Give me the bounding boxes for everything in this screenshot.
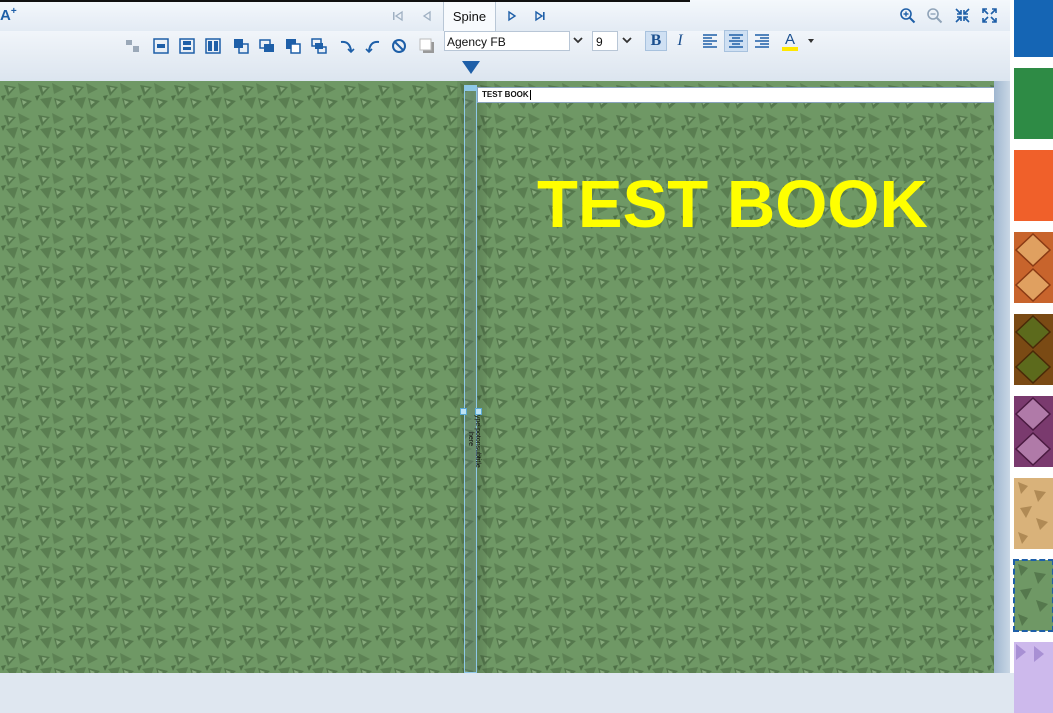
font-color-swatch (782, 47, 798, 51)
add-text-button[interactable]: A+ (0, 6, 17, 24)
previous-page-icon[interactable] (419, 8, 435, 24)
swatch-lavender-pattern[interactable] (1014, 642, 1053, 713)
cover-title-text[interactable]: TEST BOOK (537, 169, 928, 241)
swatch-orange-diamond[interactable] (1014, 232, 1053, 303)
italic-button[interactable]: I (671, 31, 689, 51)
zoom-out-icon[interactable] (926, 7, 943, 24)
swatch-green[interactable] (1014, 68, 1053, 139)
title-text-input[interactable]: TEST BOOK (477, 87, 994, 103)
swatch-purple-diamond[interactable] (1014, 396, 1053, 467)
swatch-tan-triangle[interactable] (1014, 478, 1053, 549)
align-center-icon[interactable] (727, 32, 745, 50)
spine-position-marker[interactable] (462, 61, 480, 74)
fit-to-window-icon[interactable] (954, 7, 971, 24)
background-swatch-panel (1010, 0, 1053, 713)
spine-text-box[interactable] (464, 86, 477, 673)
swatch-green-triangle-selected[interactable] (1013, 559, 1053, 632)
full-screen-icon[interactable] (981, 7, 998, 24)
bold-button[interactable]: B (645, 31, 667, 51)
book-cover-canvas[interactable]: Type potonsubtitle here TEST BOOK TEST B… (0, 81, 994, 673)
canvas-right-border (994, 81, 1010, 673)
font-controls: Agency FB 9 B I A (0, 30, 1010, 52)
font-size-select[interactable]: 9 (592, 31, 618, 51)
align-left-icon[interactable] (701, 32, 719, 50)
zoom-in-icon[interactable] (899, 7, 916, 24)
swatch-orange[interactable] (1014, 150, 1053, 221)
swatch-blue[interactable] (1014, 0, 1053, 57)
chevron-down-icon[interactable] (622, 35, 632, 45)
last-page-icon[interactable] (532, 8, 548, 24)
align-right-icon[interactable] (753, 32, 771, 50)
next-page-icon[interactable] (504, 8, 520, 24)
font-color-button[interactable]: A (780, 31, 800, 51)
spine-text[interactable]: Type potonsubtitle here (461, 409, 481, 469)
spine-tab[interactable]: Spine (443, 2, 496, 31)
navigation-bar: A+ Spine (0, 0, 1010, 32)
add-text-label: A (0, 7, 11, 24)
caret-down-icon[interactable] (807, 37, 815, 45)
spine-resize-handles[interactable] (460, 408, 482, 415)
font-color-label: A (784, 31, 795, 48)
spine-top-handle[interactable] (464, 85, 477, 91)
font-family-select[interactable]: Agency FB (444, 31, 570, 51)
swatch-brown-diamond[interactable] (1014, 314, 1053, 385)
add-text-plus: + (10, 6, 17, 17)
window-edge-line (0, 0, 690, 2)
chevron-down-icon[interactable] (573, 35, 583, 45)
first-page-icon[interactable] (390, 8, 406, 24)
